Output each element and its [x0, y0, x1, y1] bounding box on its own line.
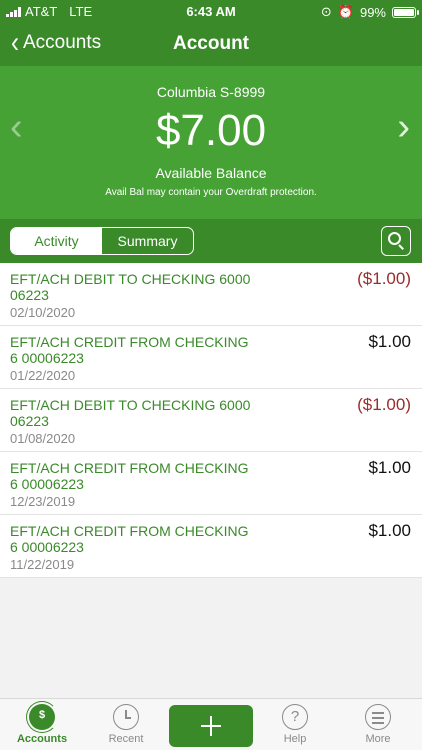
tab-more[interactable]: More: [336, 699, 420, 750]
tab-bar: Activity Summary: [0, 219, 422, 263]
transaction-description: EFT/ACH CREDIT FROM CHECKING 6 00006223: [10, 460, 249, 492]
tab-help[interactable]: ? Help: [253, 699, 337, 750]
transaction-date: 02/10/2020: [10, 305, 76, 320]
transaction-date: 12/23/2019: [10, 494, 76, 509]
add-button[interactable]: [169, 705, 253, 747]
tab-summary[interactable]: Summary: [102, 228, 193, 254]
transaction-date: 11/22/2019: [10, 557, 75, 572]
transaction-row[interactable]: EFT/ACH CREDIT FROM CHECKING 6 00006223 …: [0, 515, 422, 578]
menu-icon: [365, 704, 391, 730]
tab-activity[interactable]: Activity: [11, 228, 102, 254]
chevron-left-icon: ‹: [11, 26, 19, 59]
transaction-description: EFT/ACH CREDIT FROM CHECKING 6 00006223: [10, 334, 249, 366]
overdraft-note: Avail Bal may contain your Overdraft pro…: [105, 187, 317, 198]
status-right: ⊙ ⏰ 99%: [320, 4, 419, 20]
transaction-amount: $1.00: [368, 458, 411, 477]
clock-icon: [113, 704, 139, 730]
tab-help-label: Help: [283, 733, 307, 745]
account-name: Columbia S-8999: [156, 84, 266, 100]
transaction-row[interactable]: EFT/ACH CREDIT FROM CHECKING 6 00006223 …: [0, 452, 422, 515]
transaction-amount: ($1.00): [357, 269, 411, 288]
transaction-description: EFT/ACH CREDIT FROM CHECKING 6 00006223: [10, 523, 249, 555]
tab-accounts[interactable]: $ Accounts: [0, 699, 84, 750]
transaction-row[interactable]: EFT/ACH DEBIT TO CHECKING 6000 06223 02/…: [0, 263, 422, 326]
tab-recent-label: Recent: [108, 733, 144, 745]
transaction-description: EFT/ACH DEBIT TO CHECKING 6000 06223: [10, 271, 251, 303]
transaction-description: EFT/ACH DEBIT TO CHECKING 6000 06223: [10, 397, 251, 429]
segmented-control: Activity Summary: [10, 227, 194, 255]
battery-percent: 99%: [359, 4, 386, 20]
transaction-date: 01/08/2020: [10, 431, 76, 446]
transaction-amount: ($1.00): [357, 395, 411, 414]
balance-label: Available Balance: [155, 165, 267, 181]
transaction-row[interactable]: EFT/ACH CREDIT FROM CHECKING 6 00006223 …: [0, 326, 422, 389]
back-label: Accounts: [23, 32, 102, 53]
transaction-date: 01/22/2020: [10, 368, 76, 383]
alarm-icon: ⏰: [337, 4, 354, 19]
back-button[interactable]: ‹ Accounts: [10, 26, 102, 59]
nav-bar: ‹ Accounts Account: [0, 22, 422, 66]
orientation-lock-icon: ⊙: [320, 4, 332, 19]
transaction-list: EFT/ACH DEBIT TO CHECKING 6000 06223 02/…: [0, 263, 422, 578]
tab-more-label: More: [365, 733, 391, 745]
available-balance: $7.00: [155, 106, 267, 155]
bottom-tab-bar: $ Accounts Recent ? Help More: [0, 698, 422, 750]
transaction-amount: $1.00: [368, 332, 411, 351]
account-header: ‹ Columbia S-8999 $7.00 Available Balanc…: [0, 66, 422, 219]
transaction-amount: $1.00: [368, 521, 411, 540]
battery-icon: [392, 6, 419, 18]
help-icon: ?: [282, 704, 308, 730]
tab-accounts-label: Accounts: [16, 733, 68, 745]
search-button[interactable]: [381, 226, 411, 256]
next-account-button[interactable]: ›: [397, 106, 410, 149]
transaction-row[interactable]: EFT/ACH DEBIT TO CHECKING 6000 06223 01/…: [0, 389, 422, 452]
status-bar: AT&T LTE 6:43 AM ⊙ ⏰ 99%: [0, 0, 422, 22]
tab-recent[interactable]: Recent: [84, 699, 168, 750]
dollar-icon: $: [26, 701, 58, 733]
